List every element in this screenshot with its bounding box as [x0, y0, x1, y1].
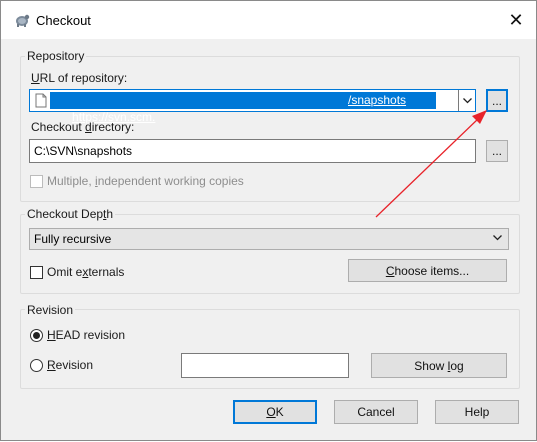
choose-items-button[interactable]: Choose items...	[348, 259, 507, 282]
depth-dropdown[interactable]: Fully recursive	[29, 228, 509, 250]
help-button[interactable]: Help	[435, 400, 519, 424]
checkout-depth-group	[20, 214, 520, 294]
head-revision-label: HEAD revision	[47, 328, 126, 342]
chevron-down-icon	[462, 97, 472, 103]
tortoisesvn-icon	[16, 14, 30, 27]
multiple-working-copies-label: Multiple, independent working copies	[47, 174, 244, 188]
checkout-directory-input[interactable]: C:\SVN\snapshots	[29, 139, 476, 163]
checkout-directory-label: Checkout directory:	[31, 120, 135, 134]
url-combobox[interactable]: https://svn.scm. /snapshots	[29, 89, 476, 124]
chevron-down-icon	[493, 235, 502, 241]
revision-input[interactable]	[181, 353, 349, 378]
head-revision-radio[interactable]	[30, 329, 43, 342]
cancel-button[interactable]: Cancel	[334, 400, 418, 424]
omit-externals-label: Omit externals	[47, 265, 125, 279]
depth-selected-value: Fully recursive	[34, 232, 112, 246]
revision-radio[interactable]	[30, 359, 43, 372]
checkout-depth-group-title: Checkout Depth	[25, 207, 116, 221]
ok-button[interactable]: OK	[233, 400, 317, 424]
checkout-dialog: Checkout ✕ Repository URL of repository:…	[0, 0, 537, 441]
revision-group-title: Revision	[25, 303, 76, 317]
browse-repository-button[interactable]: ...	[486, 89, 508, 112]
show-log-button[interactable]: Show log	[371, 353, 507, 378]
title-bar: Checkout ✕	[1, 1, 536, 39]
url-label: URL of repository:	[31, 71, 128, 85]
repository-group-title: Repository	[25, 49, 87, 63]
file-icon	[35, 93, 47, 108]
close-button[interactable]: ✕	[496, 1, 536, 39]
multiple-working-copies-checkbox[interactable]	[30, 175, 43, 188]
browse-directory-button[interactable]: ...	[486, 140, 508, 162]
omit-externals-checkbox[interactable]	[30, 266, 43, 279]
close-icon: ✕	[508, 9, 524, 30]
url-dropdown-button[interactable]	[458, 90, 475, 111]
revision-label: Revision	[47, 358, 94, 372]
url-input[interactable]: https://svn.scm. /snapshots	[50, 92, 436, 124]
window-title: Checkout	[36, 13, 91, 28]
